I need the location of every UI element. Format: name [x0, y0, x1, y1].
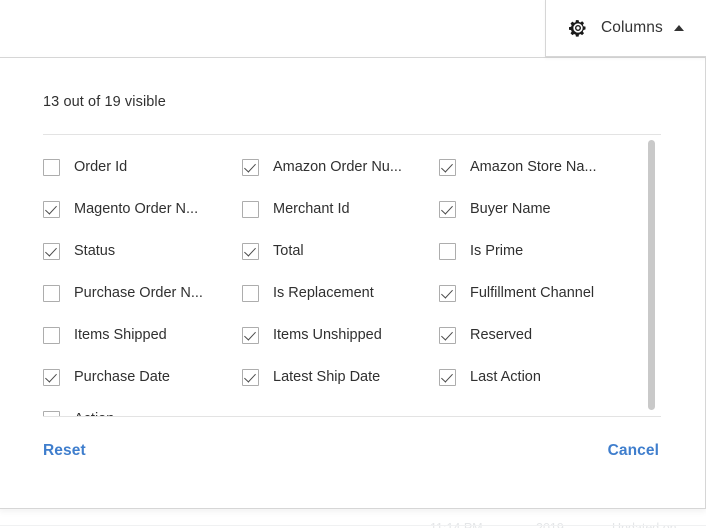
- column-option-label: Status: [74, 243, 116, 259]
- column-option[interactable]: Is Prime: [439, 230, 661, 272]
- checkbox-checked-icon[interactable]: [242, 326, 259, 344]
- column-option-label: Buyer Name: [470, 201, 551, 217]
- column-option[interactable]: Order Id: [43, 146, 242, 188]
- column-option-label: Is Replacement: [273, 285, 374, 301]
- columns-toggle-label: Columns: [601, 18, 663, 36]
- column-option-label: Magento Order N...: [74, 201, 199, 217]
- checkbox-checked-icon[interactable]: [242, 158, 259, 176]
- checkbox-unchecked-icon[interactable]: [439, 242, 456, 260]
- checkbox-checked-icon[interactable]: [439, 200, 456, 218]
- checkbox-checked-icon[interactable]: [439, 158, 456, 176]
- column-option-label: Amazon Order Nu...: [273, 159, 402, 175]
- columns-list-scroll-area[interactable]: Order Id Amazon Order Nu... Amazon Store N…: [43, 135, 661, 416]
- column-option-label: Merchant Id: [273, 201, 350, 217]
- columns-dropdown-panel: 13 out of 19 visible Order Id Amazon Orde…: [0, 57, 706, 509]
- column-option-label: Is Prime: [470, 243, 524, 259]
- checkbox-checked-icon[interactable]: [43, 410, 60, 416]
- checkbox-checked-icon[interactable]: [43, 200, 60, 218]
- column-option-label: Purchase Order N...: [74, 285, 203, 301]
- columns-list-scrollbar[interactable]: [645, 135, 658, 416]
- column-option[interactable]: Buyer Name: [439, 188, 661, 230]
- column-option[interactable]: Items Unshipped: [242, 314, 439, 356]
- reset-button[interactable]: Reset: [43, 442, 86, 460]
- column-option-label: Reserved: [470, 327, 533, 343]
- column-option-label: Total: [273, 243, 304, 259]
- column-option[interactable]: Merchant Id: [242, 188, 439, 230]
- checkbox-unchecked-icon[interactable]: [43, 284, 60, 302]
- column-option-label: Last Action: [470, 369, 541, 385]
- checkbox-checked-icon[interactable]: [242, 368, 259, 386]
- column-option[interactable]: Last Action: [439, 356, 661, 398]
- column-option-label: Items Unshipped: [273, 327, 382, 343]
- column-option[interactable]: Fulfillment Channel: [439, 272, 661, 314]
- column-option-label: Fulfillment Channel: [470, 285, 595, 301]
- column-option-label: Amazon Store Na...: [470, 159, 597, 175]
- checkbox-checked-icon[interactable]: [43, 242, 60, 260]
- column-option[interactable]: Purchase Order N...: [43, 272, 242, 314]
- column-option[interactable]: Magento Order N...: [43, 188, 242, 230]
- cancel-button[interactable]: Cancel: [608, 442, 659, 460]
- column-option-label: Latest Ship Date: [273, 369, 381, 385]
- column-option[interactable]: Latest Ship Date: [242, 356, 439, 398]
- checkbox-checked-icon[interactable]: [439, 326, 456, 344]
- column-option[interactable]: Total: [242, 230, 439, 272]
- column-option-label: Action: [74, 411, 114, 416]
- column-option[interactable]: Items Shipped: [43, 314, 242, 356]
- column-option-label: Order Id: [74, 159, 128, 175]
- checkbox-unchecked-icon[interactable]: [242, 200, 259, 218]
- checkbox-unchecked-icon[interactable]: [43, 326, 60, 344]
- checkbox-checked-icon[interactable]: [439, 284, 456, 302]
- checkbox-unchecked-icon[interactable]: [242, 284, 259, 302]
- column-option[interactable]: Purchase Date: [43, 356, 242, 398]
- column-option-label: Items Shipped: [74, 327, 167, 343]
- column-option[interactable]: Reserved: [439, 314, 661, 356]
- scrollbar-thumb[interactable]: [648, 140, 655, 410]
- column-option[interactable]: Amazon Order Nu...: [242, 146, 439, 188]
- panel-footer: Reset Cancel: [0, 417, 705, 460]
- checkbox-unchecked-icon[interactable]: [43, 158, 60, 176]
- checkbox-checked-icon[interactable]: [439, 368, 456, 386]
- column-option[interactable]: Is Replacement: [242, 272, 439, 314]
- column-option[interactable]: Amazon Store Na...: [439, 146, 661, 188]
- columns-checkbox-grid: Order Id Amazon Order Nu... Amazon Store N…: [43, 135, 661, 416]
- visible-count-label: 13 out of 19 visible: [43, 94, 166, 110]
- column-option-label: Purchase Date: [74, 369, 170, 385]
- checkbox-checked-icon[interactable]: [242, 242, 259, 260]
- checkbox-checked-icon[interactable]: [43, 368, 60, 386]
- column-option[interactable]: Status: [43, 230, 242, 272]
- columns-toggle-button[interactable]: Columns: [545, 0, 706, 57]
- caret-up-icon: [673, 24, 684, 31]
- gear-icon: [569, 19, 586, 37]
- column-option[interactable]: Action: [43, 398, 242, 416]
